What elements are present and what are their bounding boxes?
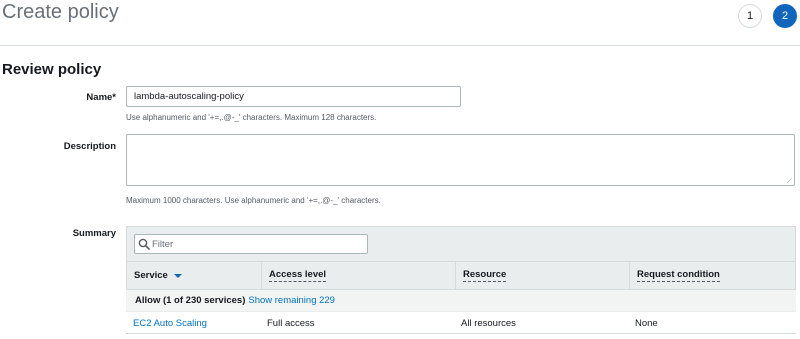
service-link[interactable]: EC2 Auto Scaling — [133, 318, 207, 329]
access-level-cell: Full access — [267, 318, 315, 329]
section-title: Review policy — [2, 61, 102, 78]
summary-table: Service Access level Resource Request co… — [126, 226, 796, 336]
column-header-label: Request condition — [637, 269, 720, 282]
column-header-resource[interactable]: Resource — [455, 262, 629, 289]
search-icon — [138, 238, 150, 250]
description-label: Description — [63, 141, 116, 152]
column-header-request-condition[interactable]: Request condition — [629, 262, 795, 289]
table-header-row: Service Access level Resource Request co… — [126, 261, 796, 290]
allow-group-label: Allow (1 of 230 services) — [135, 295, 246, 306]
caret-down-icon[interactable] — [173, 273, 182, 278]
column-header-label: Service — [134, 270, 168, 281]
name-hint: Use alphanumeric and '+=,.@-_' character… — [126, 113, 377, 122]
filter-input[interactable] — [152, 235, 362, 253]
column-header-service[interactable]: Service — [127, 262, 261, 289]
filter-field[interactable] — [134, 234, 368, 254]
table-row: EC2 Auto Scaling Full access All resourc… — [126, 312, 796, 334]
header-divider — [0, 45, 800, 46]
resource-cell: All resources — [461, 318, 516, 329]
show-remaining-link[interactable]: Show remaining 229 — [248, 295, 335, 306]
allow-group-row: Allow (1 of 230 services) Show remaining… — [126, 290, 796, 312]
step-2-indicator[interactable]: 2 — [773, 4, 797, 28]
name-input[interactable] — [126, 86, 461, 107]
description-input[interactable] — [126, 134, 795, 186]
name-label: Name* — [86, 92, 116, 103]
page-title: Create policy — [2, 1, 119, 23]
filter-bar — [126, 226, 796, 261]
resize-handle-icon[interactable]: ⟋ — [787, 178, 794, 185]
column-header-access-level[interactable]: Access level — [261, 262, 455, 289]
request-condition-cell: None — [635, 318, 658, 329]
description-hint: Maximum 1000 characters. Use alphanumeri… — [126, 196, 381, 205]
column-header-label: Resource — [463, 269, 507, 282]
step-1-indicator[interactable]: 1 — [738, 4, 762, 28]
column-header-label: Access level — [269, 269, 327, 282]
summary-label: Summary — [72, 228, 116, 239]
